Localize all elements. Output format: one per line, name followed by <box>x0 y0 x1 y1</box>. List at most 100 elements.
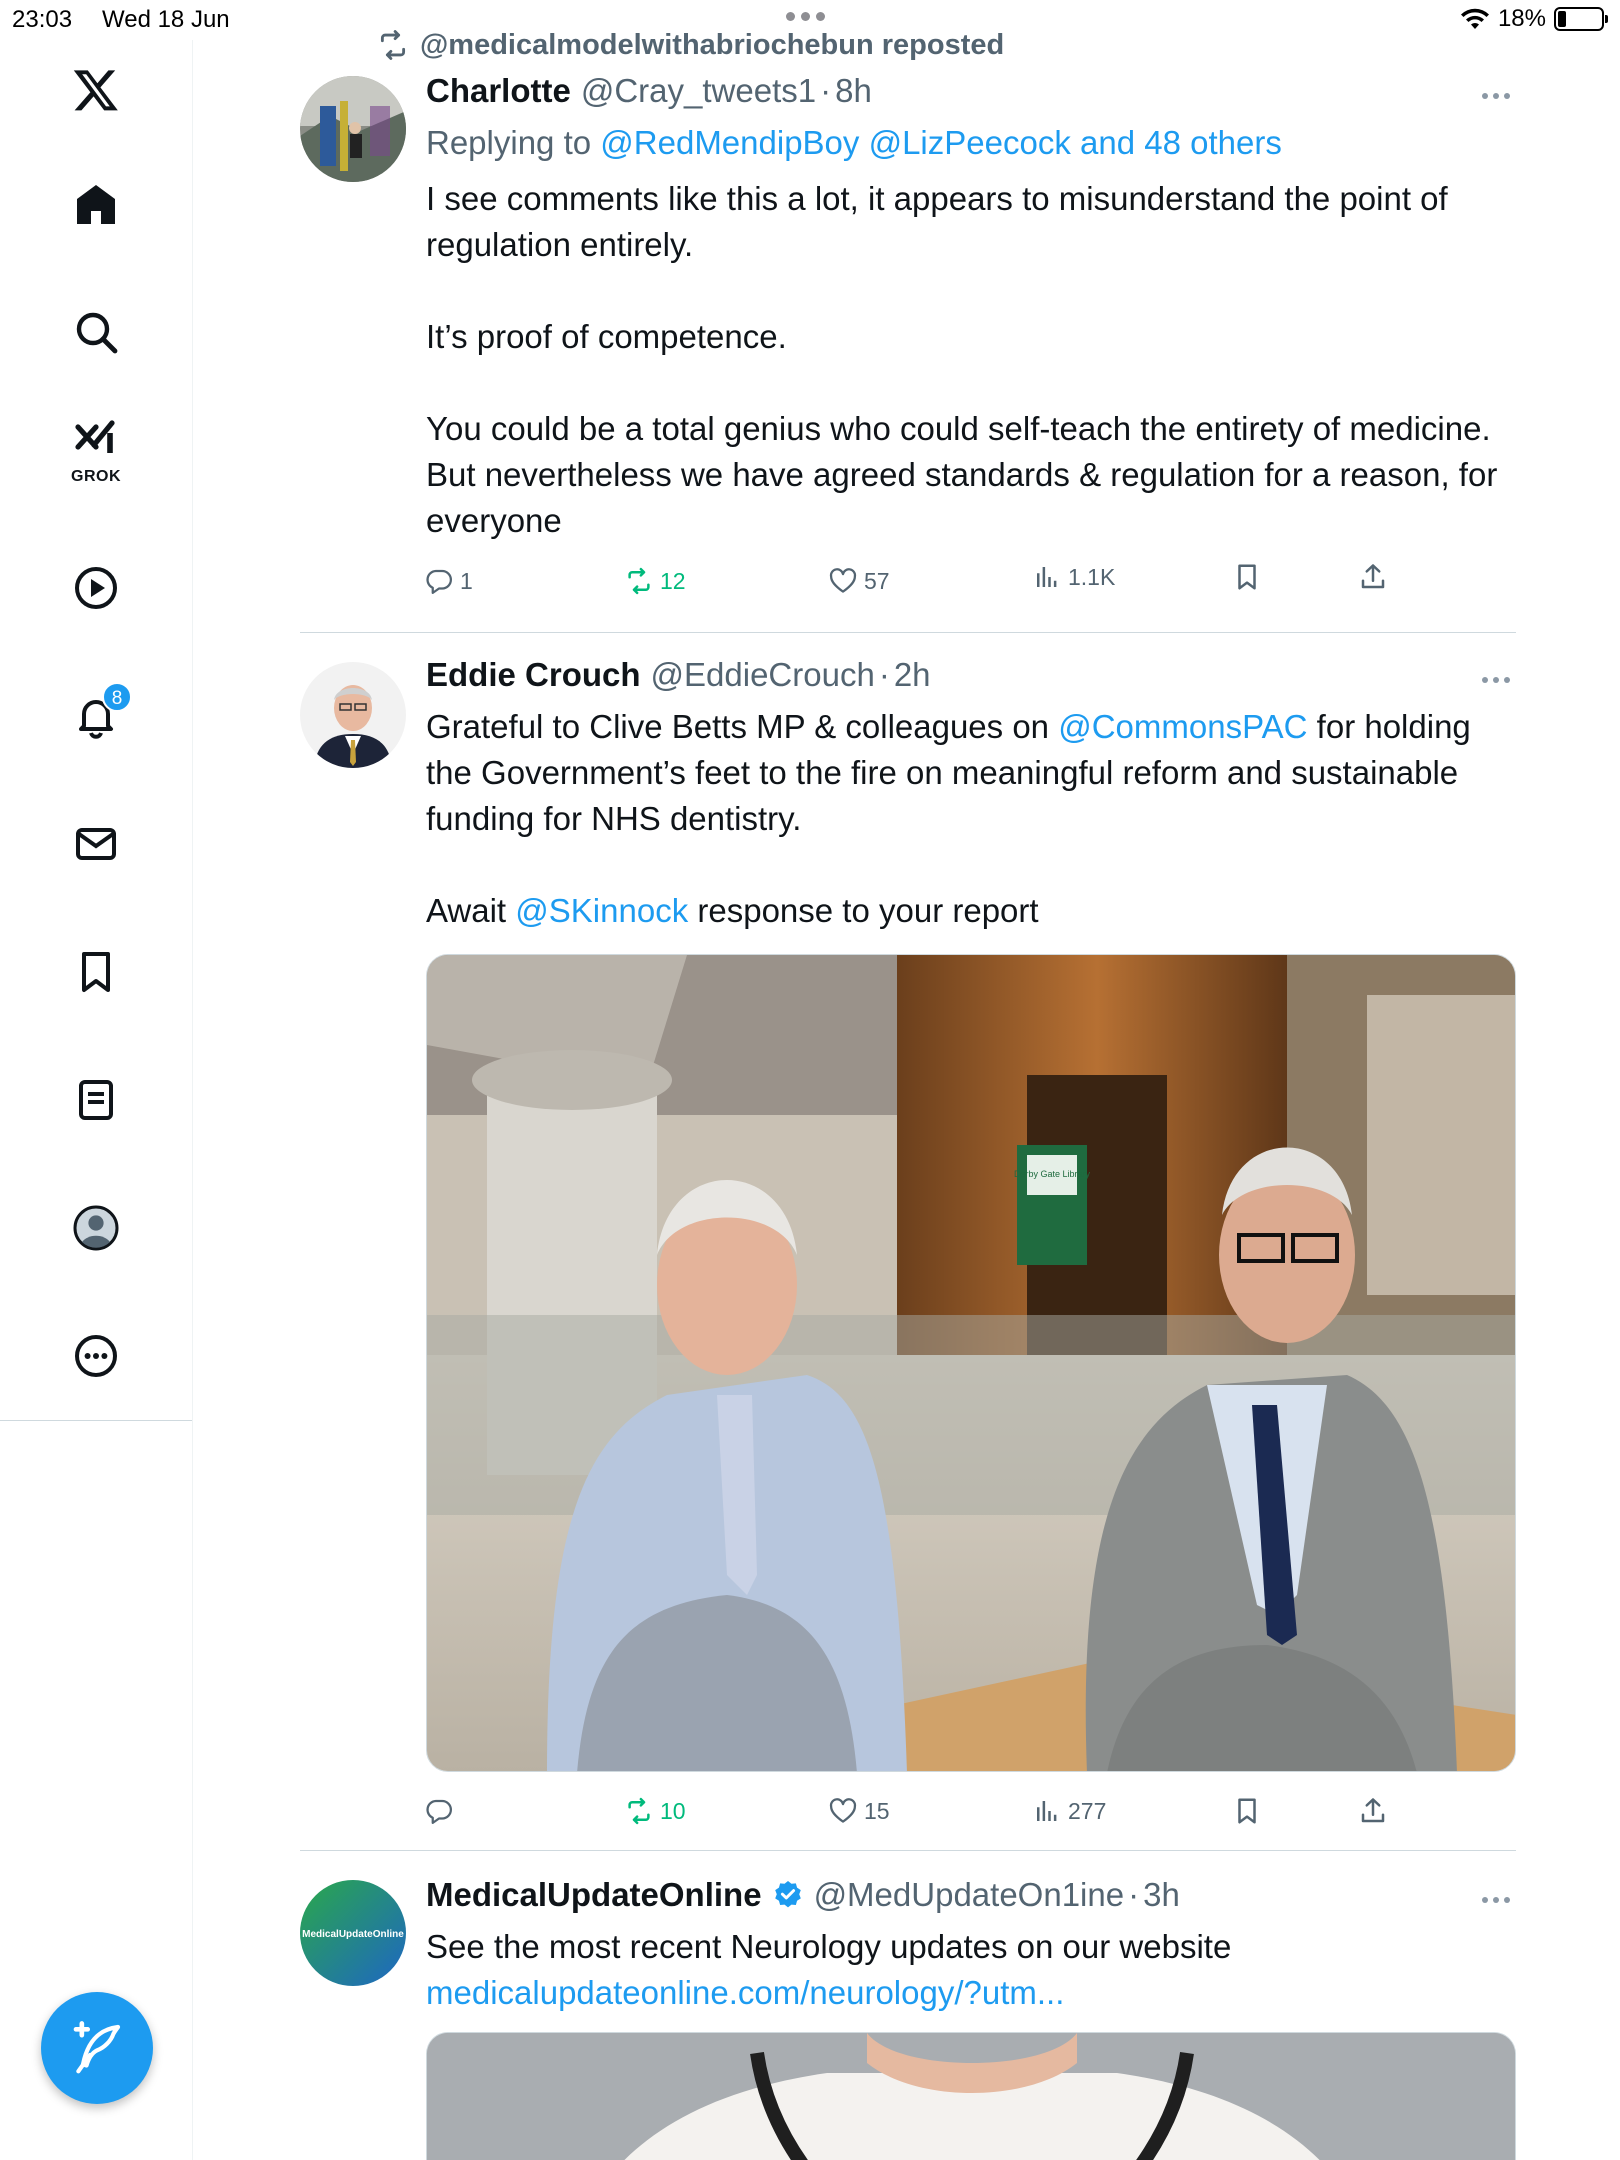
author-name[interactable]: Charlotte <box>426 72 571 110</box>
repost-banner-text: @medicalmodelwithabriochebun reposted <box>420 28 1005 61</box>
author-handle[interactable]: @Cray_tweets1 <box>581 72 816 110</box>
tweet-paragraph: See the most recent Neurology updates on… <box>426 1928 1232 1965</box>
sidebar-item-more[interactable] <box>56 1316 136 1396</box>
bookmark-button[interactable] <box>1232 562 1262 592</box>
like-button[interactable]: 57 <box>828 566 890 596</box>
compose-button[interactable] <box>41 1992 153 2104</box>
sidebar-item-notifications[interactable]: 8 <box>56 676 136 756</box>
heart-icon <box>829 568 857 593</box>
text-span: response to your report <box>688 892 1039 929</box>
sidebar-divider <box>0 1420 193 1421</box>
author-name[interactable]: MedicalUpdateOnline <box>426 1876 762 1914</box>
home-icon <box>77 185 115 224</box>
play-icon <box>75 567 117 609</box>
tweet-link-preview-image[interactable] <box>426 2032 1516 2160</box>
grok-label: GROK <box>71 468 121 485</box>
repost-banner[interactable]: @medicalmodelwithabriochebun reposted <box>376 28 1004 62</box>
replying-prefix: Replying to <box>426 124 592 161</box>
reply-button[interactable] <box>424 1796 460 1826</box>
tweet-actions: 10 15 277 <box>424 1796 1424 1836</box>
tweet-header: MedicalUpdateOnline @MedUpdateOn1ine · 3… <box>426 1876 1180 1914</box>
views-button[interactable]: 1.1K <box>1032 562 1115 592</box>
like-button[interactable]: 15 <box>828 1796 890 1826</box>
mail-icon <box>76 828 116 860</box>
sidebar-item-home[interactable] <box>56 164 136 244</box>
search-icon <box>76 312 118 354</box>
views-icon <box>1037 1801 1057 1821</box>
avatar[interactable]: MedicalUpdateOnline <box>300 1880 406 1986</box>
views-button[interactable]: 277 <box>1032 1796 1106 1826</box>
reply-icon <box>426 1799 452 1824</box>
views-icon <box>1037 567 1057 587</box>
bookmark-icon <box>1238 564 1256 590</box>
reply-count: 1 <box>460 567 473 594</box>
sidebar-item-video[interactable] <box>56 548 136 628</box>
more-options-icon[interactable] <box>1476 1890 1516 1910</box>
tweet-paragraph: I see comments like this a lot, it appea… <box>426 180 1448 263</box>
tweet-body: See the most recent Neurology updates on… <box>426 1924 1516 2016</box>
repost-icon <box>380 30 406 60</box>
views-count: 277 <box>1068 1797 1107 1824</box>
sidebar-item-logo[interactable] <box>56 50 136 130</box>
tweet-time[interactable]: 2h <box>894 656 931 694</box>
battery-level-fill <box>1558 11 1566 27</box>
tweet-time[interactable]: 3h <box>1143 1876 1180 1914</box>
sidebar-item-lists[interactable] <box>56 1060 136 1140</box>
sidebar-item-search[interactable] <box>56 292 136 372</box>
verified-badge-icon <box>774 1881 801 1908</box>
share-icon <box>1361 564 1385 589</box>
author-handle[interactable]: @EddieCrouch <box>651 656 875 694</box>
tweet-medicalupdateonline[interactable]: MedicalUpdateOnline MedicalUpdateOnline … <box>300 1876 1516 2160</box>
sign-text: Derby Gate Library <box>1014 1169 1091 1179</box>
bookmark-icon <box>82 952 110 992</box>
sidebar-item-bookmarks[interactable] <box>56 932 136 1012</box>
tweet-link[interactable]: medicalupdateonline.com/neurology/?utm..… <box>426 1970 1516 2016</box>
mention-skinnock[interactable]: @SKinnock <box>515 892 688 929</box>
multitasking-dots-icon[interactable] <box>786 12 825 21</box>
sidebar-item-grok[interactable]: GROK <box>56 412 136 492</box>
text-span: Grateful to Clive Betts MP & colleagues … <box>426 708 1059 745</box>
tweet-eddie-crouch[interactable]: Eddie Crouch @EddieCrouch · 2h Grateful … <box>300 656 1516 1840</box>
more-options-icon[interactable] <box>1476 670 1516 690</box>
share-button[interactable] <box>1358 562 1388 592</box>
repost-button[interactable]: 12 <box>624 566 686 596</box>
tweet-actions: 1 12 57 1.1K <box>424 564 1424 606</box>
repost-button[interactable]: 10 <box>624 1796 686 1826</box>
share-button[interactable] <box>1358 1796 1388 1826</box>
sidebar-item-profile[interactable] <box>56 1188 136 1268</box>
reply-icon <box>426 569 452 594</box>
tweet-paragraph: You could be a total genius who could se… <box>426 410 1498 539</box>
wifi-icon <box>1460 8 1489 29</box>
sidebar-nav: GROK 8 <box>0 40 193 1420</box>
profile-icon <box>73 1205 119 1251</box>
author-name[interactable]: Eddie Crouch <box>426 656 641 694</box>
compose-icon <box>73 2021 121 2074</box>
sidebar-item-messages[interactable] <box>56 804 136 884</box>
tweet-header: Eddie Crouch @EddieCrouch · 2h <box>426 656 931 694</box>
x-logo-icon <box>73 70 118 111</box>
more-options-icon[interactable] <box>1476 86 1516 106</box>
avatar-logo-text: MedicalUpdateOnline <box>302 1929 404 1940</box>
avatar[interactable] <box>300 76 406 182</box>
repost-icon <box>628 1797 650 1825</box>
mention-commonspac[interactable]: @CommonsPAC <box>1058 708 1307 745</box>
sidebar-border <box>192 1420 193 2160</box>
like-count: 57 <box>864 567 890 594</box>
repost-count: 12 <box>660 567 686 594</box>
tweet-time[interactable]: 8h <box>835 72 872 110</box>
tweet-header: Charlotte @Cray_tweets1 · 8h <box>426 72 872 110</box>
notification-badge: 8 <box>102 682 132 712</box>
tweet-body: Replying to @RedMendipBoy @LizPeecock an… <box>426 120 1516 544</box>
replying-to-links[interactable]: @RedMendipBoy @LizPeecock and 48 others <box>600 124 1282 161</box>
tweet-photo[interactable]: Derby Gate Library <box>426 954 1516 1772</box>
separator-dot: · <box>820 72 832 109</box>
repost-count: 10 <box>660 1797 686 1824</box>
reply-button[interactable]: 1 <box>424 566 473 596</box>
bookmark-button[interactable] <box>1232 1796 1262 1826</box>
heart-icon <box>829 1798 857 1823</box>
author-handle[interactable]: @MedUpdateOn1ine <box>814 1876 1125 1914</box>
tweet-divider <box>300 632 1516 633</box>
tweet-charlotte[interactable]: Charlotte @Cray_tweets1 · 8h Replying to… <box>300 72 1516 636</box>
status-right: 18% <box>1460 5 1608 33</box>
avatar[interactable] <box>300 662 406 768</box>
